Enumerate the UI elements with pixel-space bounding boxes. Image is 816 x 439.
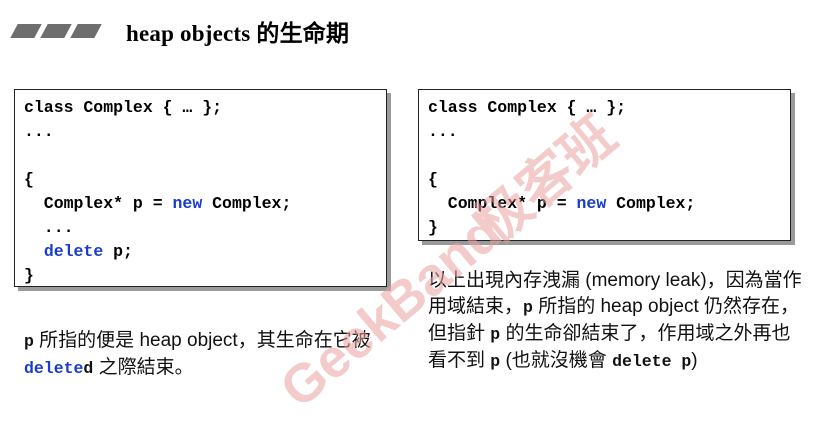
code-text: Complex; — [202, 194, 292, 213]
code-text: ... — [24, 122, 54, 141]
code-text: class Complex { … }; — [428, 98, 627, 117]
code-line: Complex* p = new Complex; — [24, 192, 292, 216]
inline-code: p — [24, 332, 34, 351]
code-text: } — [428, 218, 438, 237]
code-line: ... — [24, 120, 54, 144]
note-text: 所指的便是 heap object，其生命在它被 — [33, 330, 371, 351]
code-text: p; — [103, 242, 133, 261]
header-decor-icon — [10, 24, 102, 38]
note-text: 之際結束。 — [93, 357, 194, 378]
code-text: ... — [428, 122, 458, 141]
code-line: Complex* p = new Complex; — [428, 192, 696, 216]
code-text: Complex* p = — [428, 194, 577, 213]
inline-code: delete — [24, 359, 84, 378]
inline-code: p — [490, 325, 501, 344]
code-keyword: new — [172, 194, 203, 213]
code-keyword: delete — [43, 242, 104, 261]
code-line: ... — [24, 216, 74, 240]
left-explanation: p 所指的便是 heap object，其生命在它被 deleted 之際結束。 — [24, 328, 384, 382]
code-line: } — [428, 216, 438, 240]
code-line: { — [428, 168, 438, 192]
code-keyword: new — [576, 194, 607, 213]
right-code-block: class Complex { … };... { Complex* p = ne… — [418, 89, 791, 241]
code-text: ... — [24, 218, 74, 237]
code-text: { — [24, 170, 34, 189]
slide-header: heap objects 的生命期 — [10, 14, 350, 48]
code-text: Complex* p = — [24, 194, 173, 213]
code-line: class Complex { … }; — [428, 96, 626, 120]
decor-bar — [10, 24, 42, 38]
code-line: ... — [428, 120, 458, 144]
slide-title: heap objects 的生命期 — [126, 21, 350, 46]
right-explanation: 以上出現內存洩漏 (memory leak)，因為當作用域結束，p 所指的 he… — [428, 268, 808, 375]
inline-code: d — [83, 359, 94, 378]
decor-bar — [70, 24, 102, 38]
inline-code: p — [490, 352, 501, 371]
note-text: ) — [691, 350, 698, 371]
code-text: { — [428, 170, 438, 189]
code-line: class Complex { … }; — [24, 96, 222, 120]
inline-code: delete p — [612, 352, 692, 371]
note-text: (也就沒機會 — [500, 350, 613, 371]
decor-bar — [40, 24, 72, 38]
code-text: class Complex { … }; — [24, 98, 223, 117]
code-line: delete p; — [24, 240, 133, 264]
left-code-block: class Complex { … };... { Complex* p = ne… — [14, 89, 387, 287]
code-line: { — [24, 168, 34, 192]
code-text: Complex; — [606, 194, 696, 213]
code-line: } — [24, 264, 34, 288]
code-text: } — [24, 266, 34, 285]
inline-code: p — [523, 298, 533, 317]
